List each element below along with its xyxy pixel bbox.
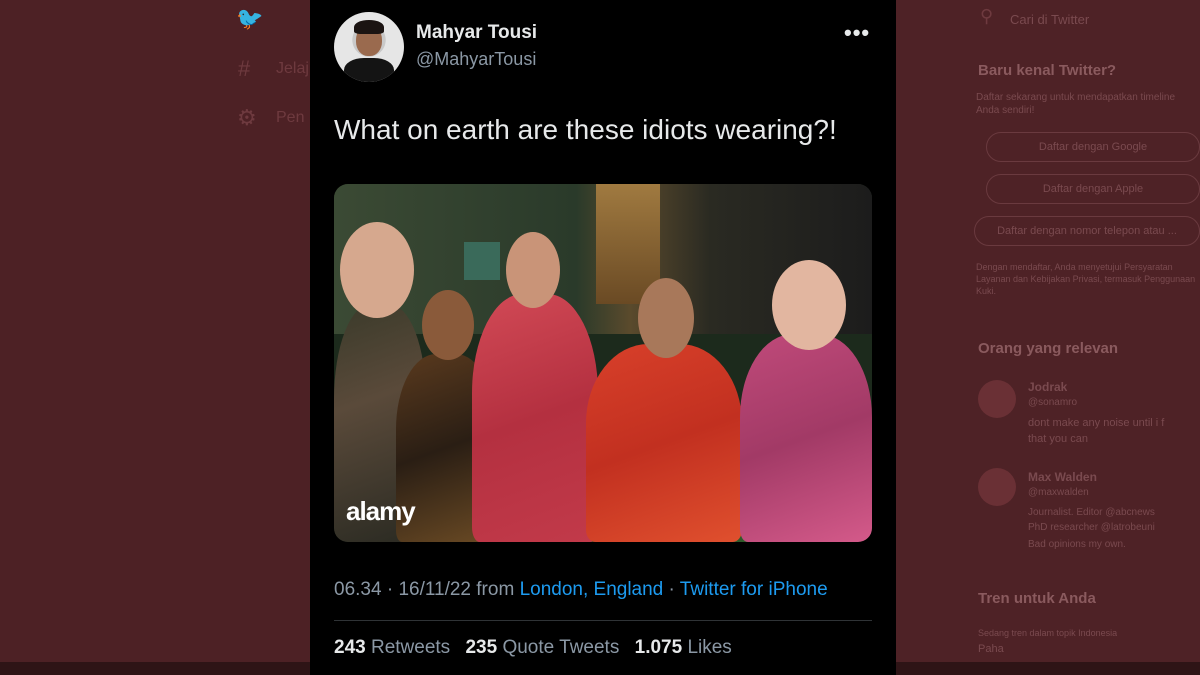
person2-bio-2: PhD researcher @latrobeuni [1028,522,1155,533]
from-label: from [476,579,515,600]
avatar[interactable] [978,380,1016,418]
signup-google-button[interactable]: Daftar dengan Google [986,132,1200,162]
terms-line-3: Kuki. [976,286,997,296]
signup-phone-label: Daftar dengan nomor telepon atau ... [997,225,1177,237]
tweet-time[interactable]: 06.34 [334,579,382,600]
avatar[interactable] [334,12,404,82]
tweet-meta: 06.34 · 16/11/22 from London, England · … [334,579,828,601]
bird-icon[interactable]: 🐦 [236,6,263,32]
trend-context: Sedang tren dalam topik Indonesia [978,628,1118,638]
hashtag-icon[interactable]: # [238,56,250,82]
new-to-twitter-title: Baru kenal Twitter? [978,62,1117,79]
avatar[interactable] [978,468,1016,506]
tweet-stats: 243 Retweets 235 Quote Tweets 1.075 Like… [334,637,742,659]
photo-watermark: alamy [346,496,416,526]
search-icon: ⚲ [980,6,994,26]
trends-title: Tren untuk Anda [978,590,1096,607]
person1-bio-2: that you can [1028,433,1088,445]
retweets-label: Retweets [370,637,451,658]
person1-bio-1: dont make any noise until i f [1028,417,1165,429]
gear-icon[interactable]: ⚙ [237,105,257,131]
source-link[interactable]: Twitter for iPhone [680,579,828,600]
separator: · [386,579,394,600]
person2-handle: @maxwalden [1028,487,1089,498]
nav-settings-label[interactable]: Pen [276,109,304,127]
terms-line-2: Layanan dan Kebijakan Privasi, termasuk … [976,274,1196,284]
tweet-card: Mahyar Tousi @MahyarTousi ••• What on ea… [310,0,896,675]
location-link[interactable]: London, England [520,579,664,600]
search-input[interactable]: Cari di Twitter [1010,12,1089,27]
quotes-stat[interactable]: 235 Quote Tweets [465,637,619,658]
likes-stat[interactable]: 1.075 Likes [635,637,732,658]
signup-apple-button[interactable]: Daftar dengan Apple [986,174,1200,204]
background-left-nav: 🐦 # Jelaj ⚙ Pen [0,0,310,675]
signup-google-label: Daftar dengan Google [1038,141,1148,153]
retweets-count: 243 [334,637,366,658]
quotes-label: Quote Tweets [502,637,620,658]
author-name[interactable]: Mahyar Tousi [416,22,537,44]
quotes-count: 235 [465,637,498,658]
trend-name[interactable]: Paha [978,643,1004,655]
relevant-people-title: Orang yang relevan [978,340,1119,357]
separator: · [668,579,675,600]
person1-handle: @sonamro [1028,397,1078,408]
more-icon[interactable]: ••• [844,20,870,46]
terms-line-1: Dengan mendaftar, Anda menyetujui Persya… [976,262,1173,272]
signup-apple-label: Daftar dengan Apple [1042,183,1144,195]
author-handle[interactable]: @MahyarTousi [416,49,536,70]
person2-bio-3: Bad opinions my own. [1028,539,1126,550]
likes-label: Likes [687,637,732,658]
background-right-sidebar: ⚲ Cari di Twitter Baru kenal Twitter? Da… [896,0,1200,675]
new-to-twitter-desc2: Anda sendiri! [976,105,1035,116]
retweets-stat[interactable]: 243 Retweets [334,637,450,658]
nav-explore-label[interactable]: Jelaj [276,60,309,78]
likes-count: 1.075 [634,637,683,658]
person2-bio-1: Journalist. Editor @abcnews [1028,507,1155,518]
person2-name[interactable]: Max Walden [1028,470,1097,484]
signup-phone-button[interactable]: Daftar dengan nomor telepon atau ... [974,216,1200,246]
person1-name[interactable]: Jodrak [1028,380,1067,394]
divider [334,620,872,621]
tweet-photo[interactable]: alamy [334,184,872,542]
tweet-text: What on earth are these idiots wearing?! [334,114,837,145]
tweet-date[interactable]: 16/11/22 [398,579,471,600]
new-to-twitter-desc: Daftar sekarang untuk mendapatkan timeli… [976,92,1176,103]
